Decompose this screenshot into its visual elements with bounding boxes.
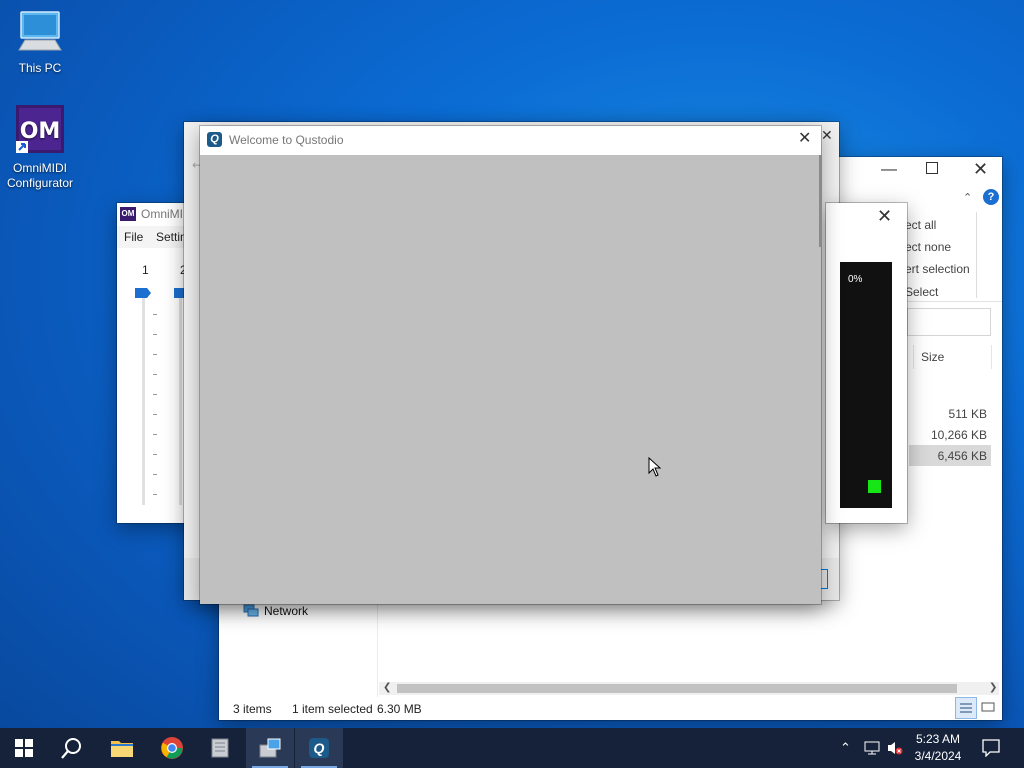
window-title: Welcome to Qustodio xyxy=(229,133,344,147)
scrollbar-thumb[interactable] xyxy=(819,155,822,247)
desktop-icon-label: OmniMIDI Configurator xyxy=(6,161,74,190)
progress-panel: 0% xyxy=(840,262,892,508)
search-input[interactable] xyxy=(907,308,991,336)
status-size: 6.30 MB xyxy=(377,702,422,716)
start-button[interactable] xyxy=(0,728,48,768)
title-bar: Q Welcome to Qustodio ✕ xyxy=(200,126,821,155)
ribbon-invert-selection[interactable]: ert selection xyxy=(905,262,970,276)
close-icon[interactable]: ✕ xyxy=(798,131,811,147)
status-indicator xyxy=(868,480,881,493)
taskbar: Q ⌃ 5:23 AM 3/4/2024 xyxy=(0,728,1024,768)
column-header-size[interactable]: Size xyxy=(921,350,944,364)
search-icon xyxy=(61,738,81,759)
channel-label: 1 xyxy=(142,263,149,277)
large-icons-view-icon[interactable] xyxy=(979,698,997,716)
clock-date[interactable]: 3/4/2024 xyxy=(910,749,966,763)
ribbon-select-all[interactable]: ect all xyxy=(905,218,936,232)
slider-ticks xyxy=(153,295,157,505)
folder-icon xyxy=(111,741,133,757)
qustodio-app-icon: Q xyxy=(309,738,329,758)
close-icon[interactable]: ✕ xyxy=(821,128,833,142)
notification-icon[interactable] xyxy=(982,739,1000,762)
maximize-icon[interactable] xyxy=(926,162,938,174)
file-size-cell: 511 KB xyxy=(948,407,987,421)
volume-slider-thumb[interactable] xyxy=(174,288,184,298)
volume-slider-track[interactable] xyxy=(179,295,182,505)
column-divider xyxy=(913,345,914,369)
svg-text:OM: OM xyxy=(20,119,61,144)
network-status-icon[interactable] xyxy=(863,740,881,761)
status-selected: 1 item selected xyxy=(292,702,373,716)
windows-logo-icon xyxy=(15,739,33,757)
taskbar-file-explorer[interactable] xyxy=(98,728,146,768)
ribbon-group-label: Select xyxy=(905,285,939,299)
ribbon-divider xyxy=(976,212,977,298)
volume-slider-track[interactable] xyxy=(142,295,145,505)
file-size-cell: 10,266 KB xyxy=(930,428,987,442)
details-view-icon[interactable] xyxy=(955,697,977,719)
computer-icon xyxy=(2,10,78,57)
progress-percent: 0% xyxy=(848,274,863,285)
horizontal-scrollbar[interactable]: ❮ ❯ xyxy=(379,682,999,695)
omnimidi-logo-icon: OM xyxy=(2,104,78,157)
chevron-right-icon[interactable]: ❯ xyxy=(989,682,997,693)
installer-icon xyxy=(259,738,281,758)
taskbar-qustodio[interactable]: Q xyxy=(295,728,343,768)
help-icon[interactable]: ? xyxy=(983,189,999,205)
taskbar-app[interactable] xyxy=(196,728,244,768)
chevron-up-icon[interactable]: ⌃ xyxy=(963,191,972,204)
omnimidi-app-icon: OM xyxy=(120,207,136,221)
nav-pane-divider xyxy=(377,597,378,697)
ribbon-select-none[interactable]: ect none xyxy=(905,240,951,254)
volume-muted-icon[interactable] xyxy=(886,740,904,761)
minimize-icon[interactable]: — xyxy=(881,161,897,179)
taskbar-chrome[interactable] xyxy=(148,728,196,768)
desktop-icon-omnimidi-configurator[interactable]: OM OmniMIDI Configurator xyxy=(2,104,78,191)
progress-dialog: ✕ 0% xyxy=(826,203,907,523)
chevron-left-icon[interactable]: ❮ xyxy=(383,682,391,693)
menu-file[interactable]: File xyxy=(124,230,143,244)
mouse-cursor-icon xyxy=(648,456,662,482)
close-icon[interactable]: ✕ xyxy=(877,207,892,225)
file-size-cell: 6,456 KB xyxy=(937,449,987,463)
column-divider xyxy=(991,345,992,369)
server-icon xyxy=(211,738,229,758)
volume-slider-thumb[interactable] xyxy=(135,288,151,298)
qustodio-window: Q Welcome to Qustodio ✕ xyxy=(200,126,822,604)
status-item-count: 3 items xyxy=(233,702,272,716)
nav-network[interactable]: Network xyxy=(264,604,308,618)
menu-settings[interactable]: Settin xyxy=(156,230,187,244)
taskbar-installer[interactable] xyxy=(246,728,294,768)
clock-time[interactable]: 5:23 AM xyxy=(910,732,966,746)
scrollbar-thumb[interactable] xyxy=(397,684,957,693)
search-button[interactable] xyxy=(48,728,96,768)
window-title: OmniMI xyxy=(141,207,183,221)
desktop-icon-label: This PC xyxy=(18,61,62,75)
desktop-icon-this-pc[interactable]: This PC xyxy=(2,10,78,75)
close-icon[interactable]: ✕ xyxy=(973,160,988,178)
chevron-up-icon[interactable]: ⌃ xyxy=(840,740,851,756)
qustodio-app-icon: Q xyxy=(207,132,222,147)
chrome-icon xyxy=(161,737,183,759)
network-icon xyxy=(243,604,259,623)
